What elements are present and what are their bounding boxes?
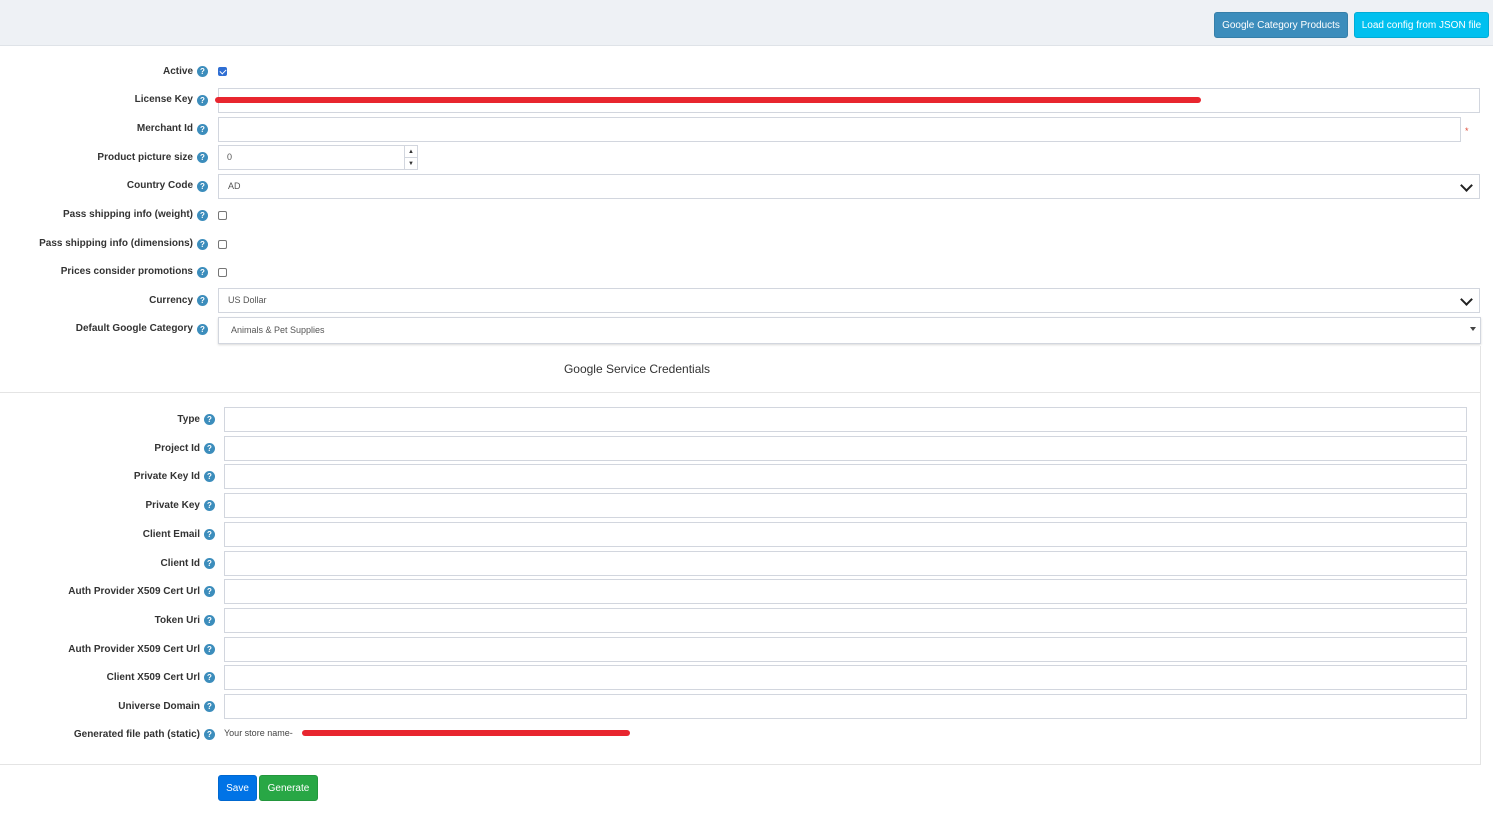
help-icon[interactable]: ? (204, 558, 215, 569)
help-icon[interactable]: ? (204, 615, 215, 626)
active-label: Active (162, 66, 193, 77)
top-toolbar: Google Category Products Load config fro… (0, 0, 1493, 46)
credential-label: Auth Provider X509 Cert Url (68, 586, 200, 597)
redaction-mark (302, 730, 630, 736)
required-mark: * (1465, 126, 1469, 136)
help-icon[interactable]: ? (204, 672, 215, 683)
generate-button[interactable]: Generate (259, 775, 318, 801)
credential-input[interactable] (224, 551, 1467, 576)
panel-title: Google Service Credentials (563, 362, 711, 376)
generated-file-path-value: Your store name- (224, 728, 293, 738)
credential-label: Token Uri (154, 615, 200, 626)
country-code-value: AD (228, 181, 241, 191)
credential-input[interactable] (224, 694, 1467, 719)
credential-label: Private Key (145, 500, 200, 511)
product-picture-size-input[interactable]: 0 ▲ ▼ (218, 145, 418, 170)
help-icon[interactable]: ? (204, 644, 215, 655)
pass-shipping-weight-checkbox[interactable] (218, 211, 227, 220)
credential-label: Client Email (142, 529, 200, 540)
load-config-json-button[interactable]: Load config from JSON file (1354, 12, 1489, 38)
credential-input[interactable] (224, 522, 1467, 547)
help-icon[interactable]: ? (204, 500, 215, 511)
currency-label: Currency (149, 295, 193, 306)
redaction-mark (215, 97, 1201, 103)
credential-input[interactable] (224, 637, 1467, 662)
stepper-up-icon[interactable]: ▲ (405, 146, 417, 158)
currency-select[interactable]: US Dollar (218, 288, 1480, 313)
help-icon[interactable]: ? (197, 239, 208, 250)
pass-shipping-weight-label: Pass shipping info (weight) (63, 209, 193, 220)
help-icon[interactable]: ? (197, 66, 208, 77)
prices-consider-promotions-checkbox[interactable] (218, 268, 227, 277)
help-icon[interactable]: ? (197, 95, 208, 106)
help-icon[interactable]: ? (204, 443, 215, 454)
country-code-select[interactable]: AD (218, 174, 1480, 199)
country-code-label: Country Code (126, 180, 193, 191)
default-google-category-value: Animals & Pet Supplies (231, 325, 325, 335)
stepper-down-icon[interactable]: ▼ (405, 158, 417, 170)
product-picture-size-label: Product picture size (97, 152, 193, 163)
license-key-label: License Key (134, 94, 193, 105)
credential-label: Project Id (154, 443, 200, 454)
help-icon[interactable]: ? (204, 729, 215, 740)
help-icon[interactable]: ? (197, 295, 208, 306)
pass-shipping-dimensions-checkbox[interactable] (218, 240, 227, 249)
credential-label: Client X509 Cert Url (106, 672, 200, 683)
help-icon[interactable]: ? (197, 152, 208, 163)
active-checkbox[interactable] (218, 67, 227, 76)
credential-input[interactable] (224, 608, 1467, 633)
prices-consider-promotions-label: Prices consider promotions (60, 266, 193, 277)
credential-label: Private Key Id (133, 471, 200, 482)
help-icon[interactable]: ? (197, 124, 208, 135)
google-category-products-button[interactable]: Google Category Products (1214, 12, 1348, 38)
help-icon[interactable]: ? (197, 181, 208, 192)
caret-down-icon (1470, 327, 1476, 331)
credential-input[interactable] (224, 464, 1467, 489)
credential-input[interactable] (224, 579, 1467, 604)
help-icon[interactable]: ? (204, 529, 215, 540)
panel-header: Google Service Credentials (0, 346, 1480, 393)
help-icon[interactable]: ? (204, 586, 215, 597)
default-google-category-label: Default Google Category (75, 323, 193, 334)
number-stepper[interactable]: ▲ ▼ (404, 146, 417, 169)
credential-input[interactable] (224, 407, 1467, 432)
help-icon[interactable]: ? (197, 267, 208, 278)
merchant-id-input[interactable] (218, 117, 1461, 142)
help-icon[interactable]: ? (197, 324, 208, 335)
default-google-category-select[interactable]: Animals & Pet Supplies (218, 317, 1481, 344)
credential-label: Auth Provider X509 Cert Url (68, 644, 200, 655)
chevron-down-icon (1460, 179, 1473, 192)
credential-label: Type (177, 414, 200, 425)
save-button[interactable]: Save (218, 775, 257, 801)
product-picture-size-value: 0 (227, 152, 233, 162)
currency-value: US Dollar (228, 295, 267, 305)
credential-input[interactable] (224, 493, 1467, 518)
credential-input[interactable] (224, 436, 1467, 461)
credential-label: Universe Domain (118, 701, 200, 712)
help-icon[interactable]: ? (197, 210, 208, 221)
merchant-id-label: Merchant Id (136, 123, 193, 134)
help-icon[interactable]: ? (204, 414, 215, 425)
chevron-down-icon (1460, 293, 1473, 306)
pass-shipping-dimensions-label: Pass shipping info (dimensions) (39, 238, 193, 249)
help-icon[interactable]: ? (204, 471, 215, 482)
help-icon[interactable]: ? (204, 701, 215, 712)
generated-file-path-label: Generated file path (static) (73, 729, 200, 740)
credential-label: Client Id (160, 558, 200, 569)
credential-input[interactable] (224, 665, 1467, 690)
